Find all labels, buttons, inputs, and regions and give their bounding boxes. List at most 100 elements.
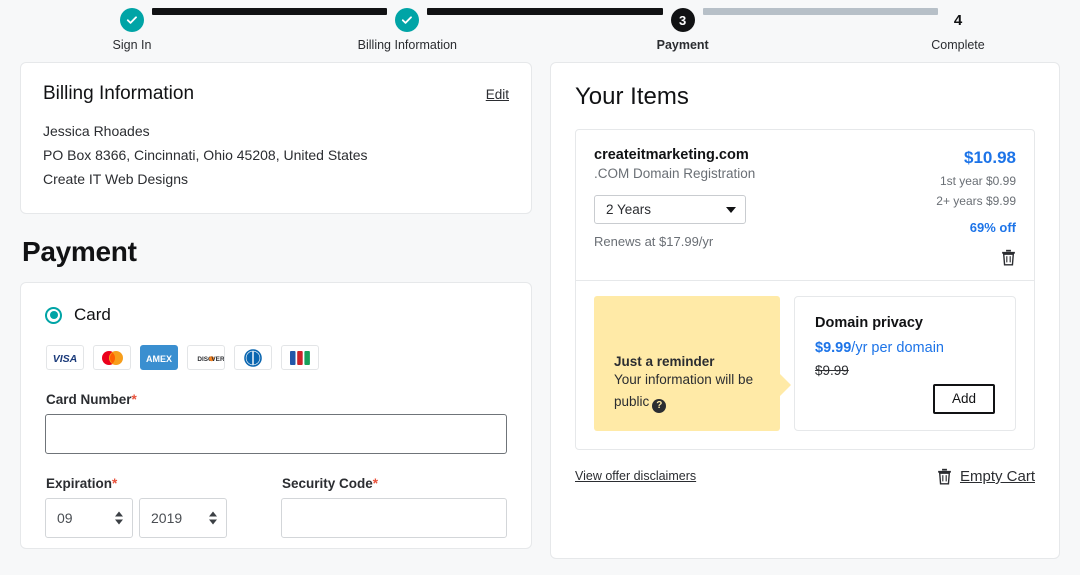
- reminder-callout: Just a reminder Your information will be…: [594, 296, 791, 431]
- cart-item-name: createitmarketing.com: [594, 147, 749, 163]
- step-billing-information-node: [395, 8, 420, 32]
- security-code-required-marker: *: [372, 476, 379, 492]
- card-number-label: Card Number*: [46, 392, 507, 407]
- cart-item-pricing: $10.98 1st year $0.99 2+ years $9.99 69%…: [936, 147, 1016, 266]
- amex-icon: AMEX: [140, 345, 178, 371]
- trash-icon[interactable]: [1001, 249, 1016, 266]
- cart-item-description: .COM Domain Registration: [594, 166, 756, 181]
- svg-text:VER: VER: [211, 356, 224, 363]
- expiration-label: Expiration*: [46, 476, 257, 491]
- chevron-down-icon: [209, 519, 217, 525]
- domain-privacy-card: Domain privacy $9.99/yr per domain $9.99…: [794, 296, 1016, 431]
- checkout-columns: Billing Information Edit Jessica Rhoades…: [0, 62, 1080, 559]
- cart-item-renewal-note: Renews at $17.99/yr: [594, 234, 714, 249]
- chevron-up-icon: [209, 511, 217, 517]
- domain-privacy-original-price: $9.99: [815, 363, 849, 378]
- connector-1: [152, 8, 388, 15]
- cart-item-multi-year-note: 2+ years $9.99: [936, 194, 1016, 208]
- security-code-label: Security Code*: [282, 476, 507, 491]
- chevron-down-icon: [726, 206, 736, 213]
- step-billing-information[interactable]: Billing Information: [358, 8, 457, 52]
- trash-icon: [938, 468, 951, 485]
- empty-cart-label: Empty Cart: [959, 467, 1035, 485]
- edit-billing-link[interactable]: Edit: [486, 87, 509, 102]
- cart-item-discount-badge: 69% off: [969, 220, 1016, 235]
- svg-text:AMEX: AMEX: [146, 354, 172, 364]
- billing-address-block: Jessica Rhoades PO Box 8366, Cincinnati,…: [43, 119, 509, 191]
- reminder-body-text: Your information will be public: [614, 372, 754, 409]
- step-payment[interactable]: 3 Payment: [657, 8, 709, 52]
- step-payment-node: 3: [670, 8, 695, 32]
- discover-icon: DISC VER: [187, 345, 225, 371]
- check-icon: [402, 16, 413, 24]
- expiration-label-text: Expiration: [46, 476, 113, 492]
- expiration-group: Expiration* 09 2019: [45, 454, 257, 539]
- domain-privacy-upsell-row: Just a reminder Your information will be…: [576, 281, 1034, 449]
- step-complete-node: 4: [946, 8, 970, 32]
- year-stepper-arrows[interactable]: [209, 511, 217, 525]
- step-payment-number: 3: [679, 12, 687, 28]
- chevron-down-icon: [115, 519, 123, 525]
- cart-item-remove-wrap: [936, 249, 1016, 266]
- check-icon: [126, 16, 137, 24]
- right-column: Your Items createitmarketing.com .COM Do…: [550, 62, 1060, 559]
- cart-item-term-value: 2 Years: [606, 202, 652, 217]
- expiration-month-value: 09: [57, 510, 73, 527]
- jcb-icon: [281, 345, 319, 371]
- your-items-title: Your Items: [575, 83, 689, 110]
- expiration-year-select[interactable]: 2019: [139, 498, 227, 539]
- svg-text:VISA: VISA: [53, 353, 78, 364]
- view-offer-disclaimers-link[interactable]: View offer disclaimers: [575, 469, 696, 483]
- billing-title: Billing Information: [43, 83, 195, 104]
- mastercard-icon: [93, 345, 131, 371]
- help-icon[interactable]: ?: [652, 398, 667, 413]
- step-payment-label: Payment: [656, 38, 709, 52]
- card-radio-dot: [49, 311, 58, 320]
- cart-item-first-year-note: 1st year $0.99: [939, 174, 1016, 188]
- reminder-title: Just a reminder: [614, 354, 715, 369]
- billing-header: Billing Information Edit: [43, 83, 509, 105]
- card-radio-label: Card: [74, 305, 111, 325]
- add-domain-privacy-button[interactable]: Add: [933, 383, 995, 414]
- visa-icon: VISA: [46, 345, 84, 371]
- your-items-panel: Your Items createitmarketing.com .COM Do…: [550, 62, 1060, 559]
- chevron-up-icon: [115, 511, 123, 517]
- security-code-input[interactable]: [281, 498, 507, 539]
- step-complete-number: 4: [953, 11, 963, 29]
- cart-item-term-select[interactable]: 2 Years: [594, 195, 746, 224]
- cart-footer: View offer disclaimers Empty Cart: [575, 468, 1035, 485]
- card-number-input[interactable]: [45, 414, 507, 455]
- payment-method-card-option[interactable]: Card: [45, 305, 507, 325]
- checkout-progress-stepper: Sign In Billing Information 3 Payment 4 …: [0, 0, 1080, 62]
- step-sign-in-node: [120, 8, 144, 32]
- billing-name: Jessica Rhoades: [43, 123, 150, 139]
- step-sign-in[interactable]: Sign In: [113, 8, 151, 52]
- billing-address: PO Box 8366, Cincinnati, Ohio 45208, Uni…: [43, 147, 368, 164]
- billing-information-card: Billing Information Edit Jessica Rhoades…: [20, 62, 532, 215]
- cart-items-box: createitmarketing.com .COM Domain Regist…: [575, 129, 1035, 450]
- domain-privacy-price-suffix: /yr per domain: [851, 340, 944, 356]
- connector-2: [427, 8, 663, 15]
- card-number-label-text: Card Number: [46, 392, 132, 408]
- step-billing-information-label: Billing Information: [357, 38, 458, 52]
- billing-company: Create IT Web Designs: [43, 171, 188, 188]
- domain-privacy-title: Domain privacy: [815, 315, 923, 331]
- cart-item-row: createitmarketing.com .COM Domain Regist…: [576, 130, 1034, 280]
- reminder-body: Your information will be public?: [614, 369, 762, 413]
- expiration-month-select[interactable]: 09: [45, 498, 133, 539]
- expiration-year-value: 2019: [151, 510, 183, 527]
- card-radio[interactable]: [45, 306, 62, 324]
- expiration-required-marker: *: [112, 476, 118, 492]
- empty-cart-button[interactable]: Empty Cart: [937, 468, 1035, 485]
- card-number-required-marker: *: [131, 392, 137, 408]
- cart-item-price: $10.98: [964, 148, 1016, 167]
- step-complete-label: Complete: [931, 38, 985, 52]
- expiry-security-row: Expiration* 09 2019 Security Code*: [45, 454, 507, 539]
- expiration-selects: 09 2019: [45, 498, 257, 539]
- domain-privacy-price: $9.99: [815, 340, 852, 356]
- accepted-card-brands: VISA AMEX DISC VER: [46, 345, 507, 371]
- month-stepper-arrows[interactable]: [115, 511, 123, 525]
- diners-club-icon: [234, 345, 272, 371]
- left-column: Billing Information Edit Jessica Rhoades…: [20, 62, 532, 550]
- connector-3: [702, 8, 938, 15]
